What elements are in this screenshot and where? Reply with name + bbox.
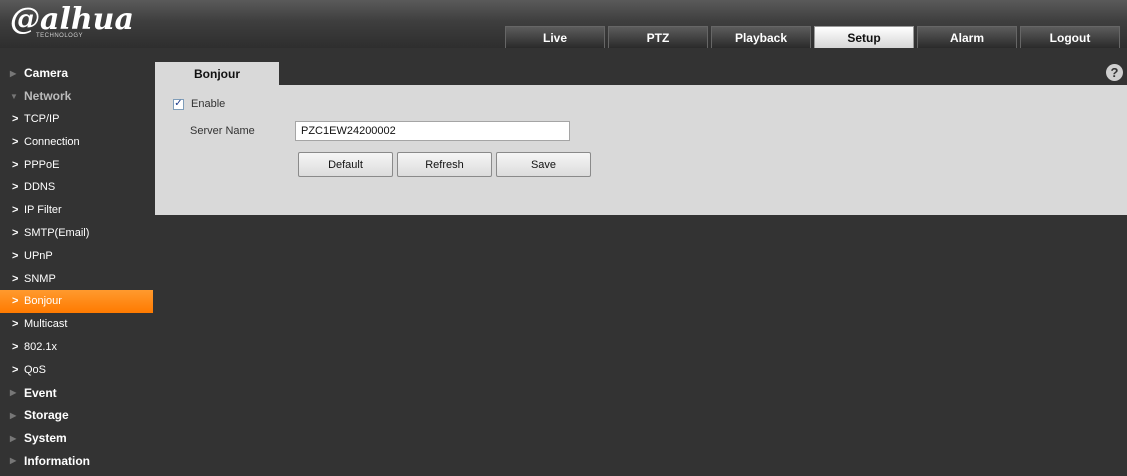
enable-checkbox[interactable]: ✓ <box>173 98 184 110</box>
expand-arrow-icon: ▶ <box>10 68 17 78</box>
refresh-button[interactable]: Refresh <box>397 152 492 177</box>
sidebar-item-tcpip[interactable]: > TCP/IP <box>0 108 155 131</box>
chevron-right-icon: > <box>12 204 19 217</box>
expand-arrow-icon: ▶ <box>10 410 17 420</box>
default-button[interactable]: Default <box>298 152 393 177</box>
sidebar-item-network[interactable]: ▼ Network <box>0 85 155 108</box>
tab-live[interactable]: Live <box>505 26 605 48</box>
expand-arrow-icon: ▶ <box>10 456 17 466</box>
bonjour-settings-panel: ✓ Enable Server Name PZC1EW24200002 Defa… <box>155 85 1127 215</box>
chevron-right-icon: > <box>12 135 19 148</box>
tab-bonjour[interactable]: Bonjour <box>155 62 279 85</box>
chevron-right-icon: > <box>12 295 19 308</box>
sidebar-item-snmp[interactable]: > SNMP <box>0 267 155 290</box>
sidebar-item-8021x[interactable]: > 802.1x <box>0 336 155 359</box>
sidebar-item-bonjour[interactable]: > Bonjour <box>0 289 153 313</box>
chevron-right-icon: > <box>12 181 19 194</box>
enable-label: Enable <box>191 98 226 110</box>
tab-playback[interactable]: Playback <box>711 26 811 48</box>
sidebar-item-information[interactable]: ▶ Information <box>0 450 155 473</box>
chevron-right-icon: > <box>12 340 19 353</box>
sidebar-item-multicast[interactable]: > Multicast <box>0 313 155 336</box>
chevron-right-icon: > <box>12 363 19 376</box>
chevron-right-icon: > <box>12 249 19 262</box>
sidebar: ▶ Camera ▼ Network > TCP/IP > Connection… <box>0 62 155 472</box>
sidebar-item-smtp[interactable]: > SMTP(Email) <box>0 222 155 245</box>
chevron-right-icon: > <box>12 158 19 171</box>
chevron-right-icon: > <box>12 272 19 285</box>
sidebar-item-storage[interactable]: ▶ Storage <box>0 404 155 427</box>
sidebar-item-system[interactable]: ▶ System <box>0 427 155 450</box>
sidebar-item-connection[interactable]: > Connection <box>0 130 155 153</box>
logo-subtitle: TECHNOLOGY <box>36 33 84 39</box>
server-name-label: Server Name <box>190 125 255 137</box>
collapse-arrow-icon: ▼ <box>10 91 18 101</box>
tab-logout[interactable]: Logout <box>1020 26 1120 48</box>
sidebar-item-upnp[interactable]: > UPnP <box>0 244 155 267</box>
header-bar: @alhua TECHNOLOGY Live PTZ Playback Setu… <box>0 0 1127 48</box>
content-tab-bar: Bonjour ? <box>155 62 1127 85</box>
main-tabs: Live PTZ Playback Setup Alarm Logout <box>505 26 1123 48</box>
chevron-right-icon: > <box>12 226 19 239</box>
server-name-input[interactable]: PZC1EW24200002 <box>295 121 570 141</box>
help-icon[interactable]: ? <box>1106 64 1123 81</box>
expand-arrow-icon: ▶ <box>10 388 17 398</box>
sidebar-item-ddns[interactable]: > DDNS <box>0 176 155 199</box>
logo: @alhua <box>10 2 134 37</box>
sidebar-item-qos[interactable]: > QoS <box>0 358 155 381</box>
sidebar-item-ip-filter[interactable]: > IP Filter <box>0 199 155 222</box>
sidebar-item-pppoe[interactable]: > PPPoE <box>0 153 155 176</box>
enable-row: ✓ Enable <box>173 98 225 110</box>
expand-arrow-icon: ▶ <box>10 433 17 443</box>
sidebar-item-event[interactable]: ▶ Event <box>0 381 155 404</box>
save-button[interactable]: Save <box>496 152 591 177</box>
chevron-right-icon: > <box>12 318 19 331</box>
sidebar-item-camera[interactable]: ▶ Camera <box>0 62 155 85</box>
tab-setup[interactable]: Setup <box>814 26 914 48</box>
tab-alarm[interactable]: Alarm <box>917 26 1017 48</box>
chevron-right-icon: > <box>12 112 19 125</box>
tab-ptz[interactable]: PTZ <box>608 26 708 48</box>
